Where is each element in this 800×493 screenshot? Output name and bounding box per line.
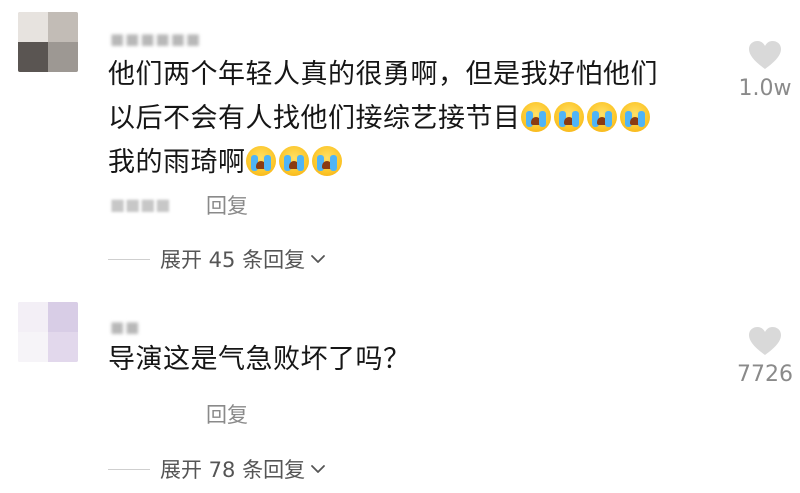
avatar[interactable]	[18, 302, 78, 362]
comment-text-line: 我的雨琦啊	[108, 141, 708, 185]
loudly-crying-face-icon	[311, 146, 342, 176]
comment-text: 导演这是气急败坏了吗？	[108, 338, 708, 382]
heart-icon	[749, 327, 781, 355]
like-count: 7726	[737, 362, 793, 387]
loudly-crying-face-icon	[586, 102, 617, 132]
expand-replies-button[interactable]: 展开 45 条回复	[108, 244, 327, 274]
like-button[interactable]: 1.0w	[725, 40, 800, 101]
loudly-crying-face-icon	[619, 102, 650, 132]
loudly-crying-face-icon	[553, 102, 584, 132]
username[interactable]: ■■■■■■	[110, 30, 201, 48]
loudly-crying-face-icon	[278, 146, 309, 176]
like-count: 1.0w	[738, 76, 792, 101]
comment-text-line: 以后不会有人找他们接综艺接节目	[108, 97, 708, 141]
chevron-down-icon	[311, 255, 325, 263]
comment-item: ■■■■■■ 他们两个年轻人真的很勇啊，但是我好怕他们 以后不会有人找他们接综艺…	[0, 0, 800, 290]
chevron-down-icon	[311, 465, 325, 473]
comment-text-span: 以后不会有人找他们接综艺接节目	[108, 103, 521, 134]
expand-replies-label: 展开 78 条回复	[160, 458, 306, 482]
expand-replies-button[interactable]: 展开 78 条回复	[108, 454, 327, 484]
loudly-crying-face-icon	[245, 146, 276, 176]
reply-button[interactable]: 回复	[206, 399, 248, 429]
comment-item: ■■ 导演这是气急败坏了吗？ 回复 展开 78 条回复 7726	[0, 290, 800, 493]
reply-button[interactable]: 回复	[206, 190, 248, 220]
comment-text-line: 他们两个年轻人真的很勇啊，但是我好怕他们	[108, 59, 658, 90]
expand-replies-label: 展开 45 条回复	[160, 248, 306, 272]
comment-text: 他们两个年轻人真的很勇啊，但是我好怕他们 以后不会有人找他们接综艺接节目 我的雨…	[108, 53, 708, 185]
comment-text-span: 我的雨琦啊	[108, 147, 246, 178]
heart-icon	[749, 41, 781, 69]
comment-text-line: 导演这是气急败坏了吗？	[108, 344, 411, 375]
avatar[interactable]	[18, 12, 78, 72]
username[interactable]: ■■	[110, 318, 140, 336]
emoji-group	[245, 146, 345, 178]
comment-meta: ■■■■	[110, 195, 171, 214]
like-button[interactable]: 7726	[725, 326, 800, 387]
divider	[108, 468, 150, 470]
loudly-crying-face-icon	[520, 102, 551, 132]
divider	[108, 258, 150, 260]
emoji-group	[520, 102, 653, 134]
